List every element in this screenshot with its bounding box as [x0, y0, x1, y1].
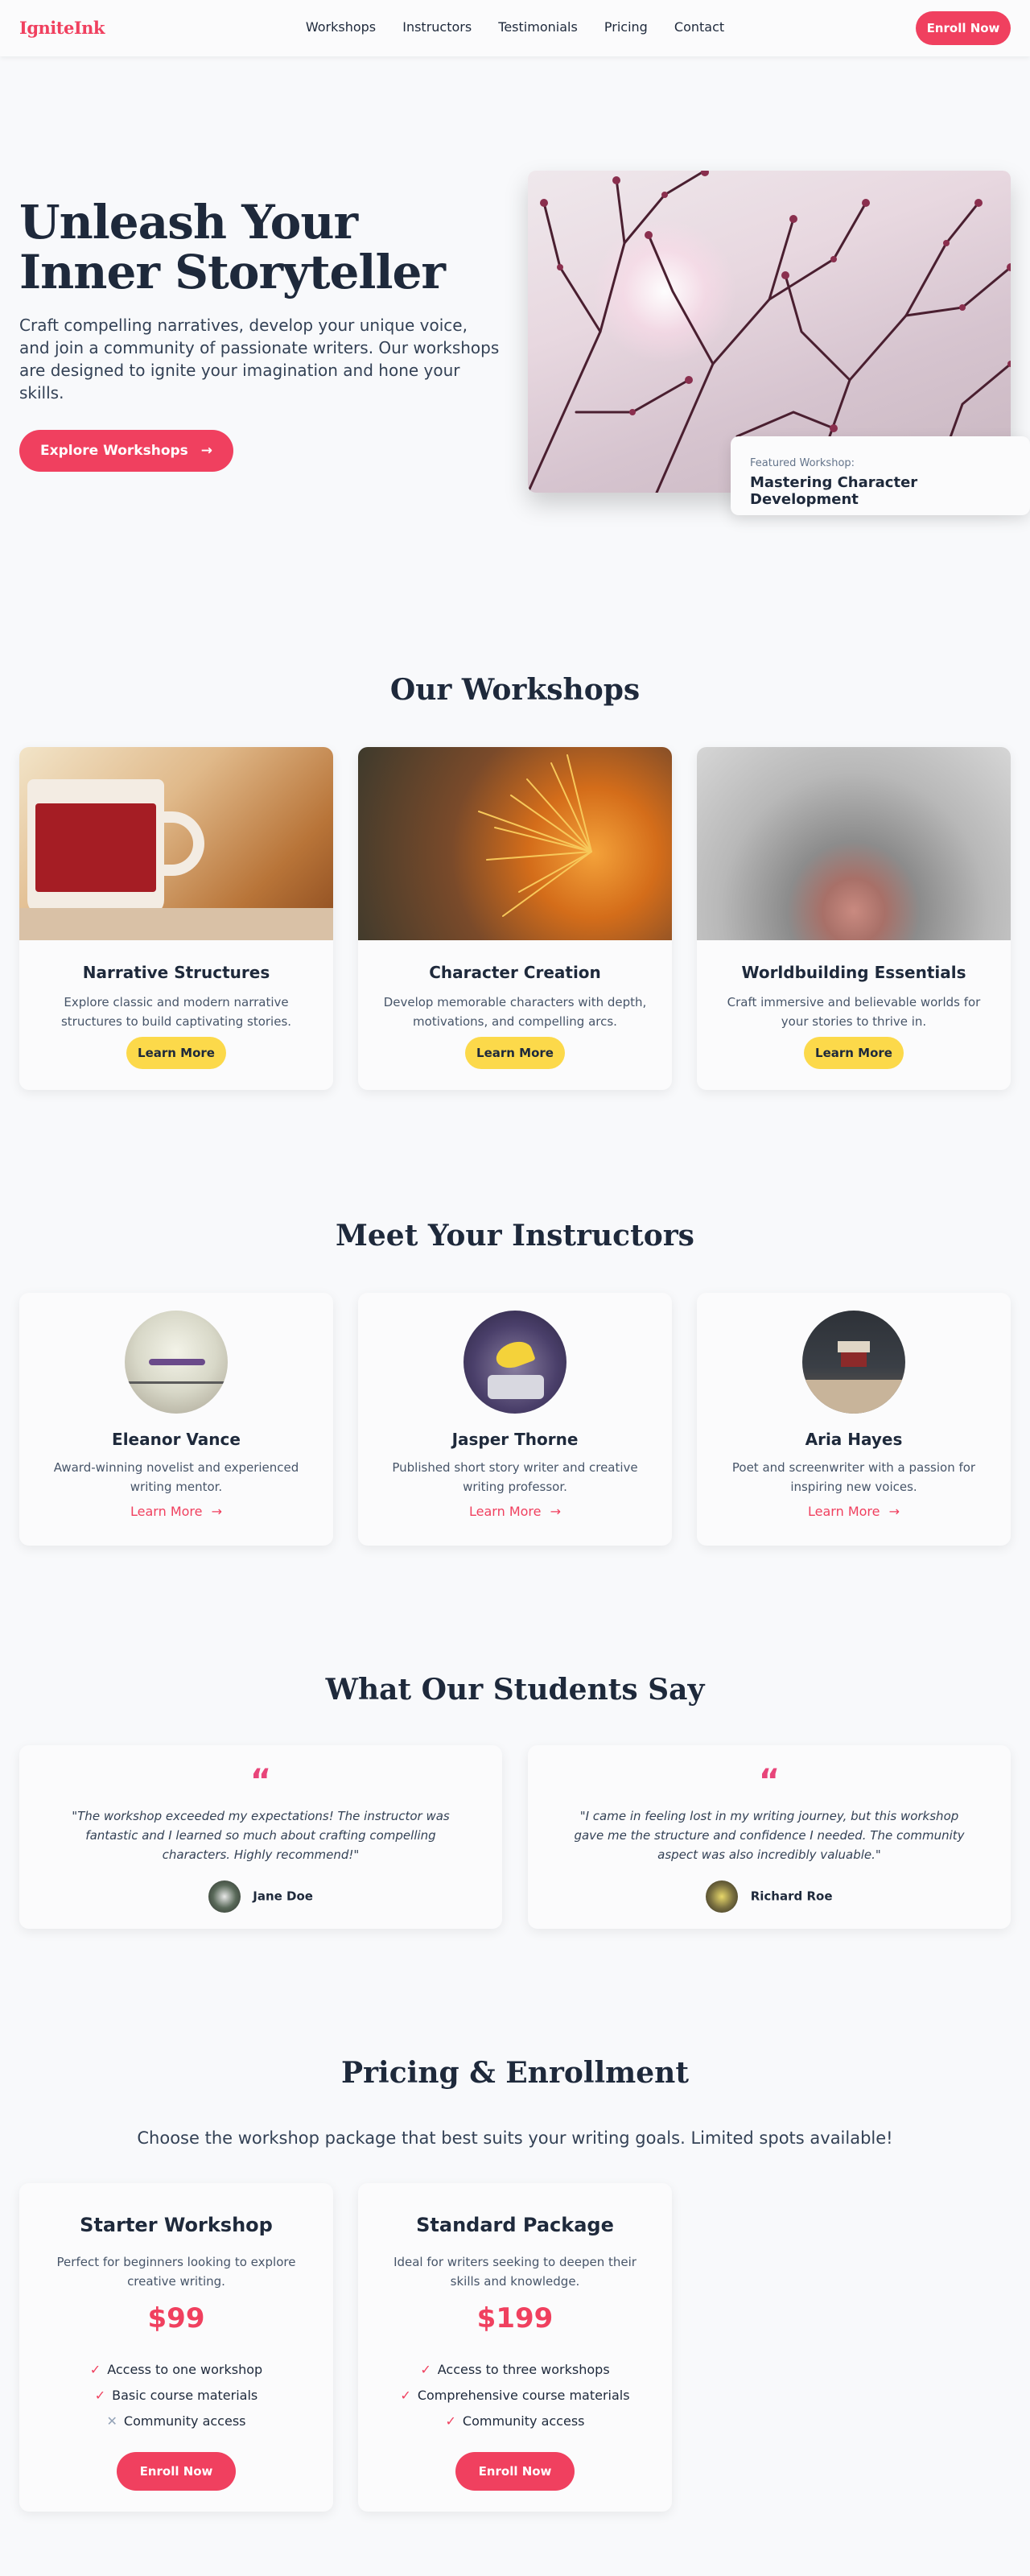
testimonial-card: “ "I came in feeling lost in my writing …: [528, 1745, 1011, 1929]
workshops-title: Our Workshops: [389, 673, 641, 707]
arrow-right-icon: →: [211, 1504, 222, 1519]
feature-text: Basic course materials: [112, 2388, 258, 2403]
featured-workshop-card[interactable]: Featured Workshop: Mastering Character D…: [731, 436, 1030, 515]
plan-features: ✓ Access to one workshop ✓ Basic course ma…: [19, 2357, 333, 2434]
testimonials-title: What Our Students Say: [325, 1673, 705, 1707]
cross-icon: ✕: [106, 2413, 117, 2429]
plan-features: ✓ Access to three workshops ✓ Comprehensiv…: [358, 2357, 672, 2434]
featured-label: Featured Workshop:: [750, 457, 855, 469]
learn-more-label: Learn More: [808, 1504, 880, 1519]
check-icon: ✓: [445, 2413, 456, 2429]
enroll-now-button[interactable]: Enroll Now: [916, 11, 1011, 45]
quote-icon: “: [758, 1763, 781, 1800]
nav-link-instructors[interactable]: Instructors: [402, 19, 472, 35]
instructor-card: Jasper Thorne Published short story writ…: [358, 1293, 672, 1546]
cactus-image: [358, 747, 672, 940]
nav-link-testimonials[interactable]: Testimonials: [498, 19, 578, 35]
workshop-card: Character Creation Develop memorable cha…: [358, 747, 672, 1090]
workshop-title: Worldbuilding Essentials: [741, 963, 966, 982]
learn-more-link[interactable]: Learn More →: [19, 1504, 333, 1519]
plan-price: $199: [476, 2302, 554, 2334]
instructor-name: Jasper Thorne: [451, 1430, 579, 1449]
feature-text: Comprehensive course materials: [417, 2388, 630, 2403]
instructor-card: Eleanor Vance Award-winning novelist and…: [19, 1293, 333, 1546]
featured-title: Mastering Character Development: [750, 474, 918, 508]
plan-description: Perfect for beginners looking to explore…: [56, 2255, 296, 2289]
workshop-description: Craft immersive and believable worlds fo…: [727, 995, 981, 1029]
nav-link-workshops[interactable]: Workshops: [306, 19, 376, 35]
hero-title: Unleash Your Inner Storyteller: [19, 195, 446, 299]
pricing-card: Starter Workshop Perfect for beginners l…: [19, 2183, 333, 2512]
avatar: [706, 1880, 739, 1913]
avatar: [208, 1880, 241, 1913]
learn-more-button[interactable]: Learn More: [804, 1037, 904, 1069]
workshop-description: Explore classic and modern narrative str…: [60, 995, 292, 1029]
avatar: [464, 1311, 566, 1414]
top-nav: IgniteInk Workshops Instructors Testimon…: [0, 0, 1030, 56]
feature-item: ✓ Community access: [358, 2409, 672, 2434]
instructor-bio: Award-winning novelist and experienced w…: [53, 1460, 299, 1494]
arrow-right-icon: →: [550, 1504, 561, 1519]
enroll-now-button[interactable]: Enroll Now: [455, 2452, 575, 2491]
arrow-right-icon: →: [888, 1504, 900, 1519]
instructor-name: Eleanor Vance: [112, 1430, 241, 1449]
learn-more-label: Learn More: [469, 1504, 542, 1519]
instructor-name: Aria Hayes: [805, 1430, 903, 1449]
author-name: Richard Roe: [750, 1889, 833, 1904]
check-icon: ✓: [94, 2388, 106, 2403]
enroll-now-button[interactable]: Enroll Now: [117, 2452, 236, 2491]
plan-name: Starter Workshop: [80, 2214, 273, 2236]
learn-more-link[interactable]: Learn More →: [358, 1504, 672, 1519]
instructor-card: Aria Hayes Poet and screenwriter with a …: [697, 1293, 1011, 1546]
plan-name: Standard Package: [416, 2214, 614, 2236]
quote-icon: “: [249, 1763, 272, 1800]
learn-more-button[interactable]: Learn More: [465, 1037, 565, 1069]
learn-more-link[interactable]: Learn More →: [697, 1504, 1011, 1519]
check-icon: ✓: [420, 2362, 431, 2377]
pricing-card: Standard Package Ideal for writers seeki…: [358, 2183, 672, 2512]
plan-description: Ideal for writers seeking to deepen thei…: [393, 2255, 637, 2289]
feature-text: Community access: [462, 2413, 585, 2429]
feature-item: ✓ Comprehensive course materials: [358, 2383, 672, 2409]
hero-subtitle: Craft compelling narratives, develop you…: [19, 316, 500, 402]
feature-text: Access to one workshop: [107, 2362, 263, 2377]
instructors-title: Meet Your Instructors: [336, 1219, 694, 1253]
check-icon: ✓: [89, 2362, 101, 2377]
mug-image: [19, 747, 333, 940]
nav-link-contact[interactable]: Contact: [674, 19, 724, 35]
avatar: [802, 1311, 905, 1414]
feature-text: Access to three workshops: [437, 2362, 610, 2377]
explore-workshops-button[interactable]: Explore Workshops →: [19, 430, 233, 472]
testimonial-card: “ "The workshop exceeded my expectations…: [19, 1745, 502, 1929]
nav-links: Workshops Instructors Testimonials Prici…: [0, 19, 1030, 35]
workshop-title: Narrative Structures: [82, 963, 270, 982]
author-name: Jane Doe: [253, 1889, 313, 1904]
testimonial-author: Jane Doe: [19, 1880, 502, 1913]
workshop-title: Character Creation: [429, 963, 601, 982]
learn-more-label: Learn More: [130, 1504, 203, 1519]
workshop-card: Worldbuilding Essentials Craft immersive…: [697, 747, 1011, 1090]
check-icon: ✓: [400, 2388, 411, 2403]
nav-link-pricing[interactable]: Pricing: [604, 19, 648, 35]
testimonial-quote: "I came in feeling lost in my writing jo…: [574, 1809, 965, 1862]
learn-more-button[interactable]: Learn More: [126, 1037, 226, 1069]
feature-item: ✓ Access to three workshops: [358, 2357, 672, 2383]
feature-item: ✓ Basic course materials: [19, 2383, 333, 2409]
explore-workshops-label: Explore Workshops: [40, 443, 188, 459]
avatar: [125, 1311, 228, 1414]
feature-text: Community access: [123, 2413, 246, 2429]
instructor-bio: Published short story writer and creativ…: [392, 1460, 638, 1494]
workshop-card: Narrative Structures Explore classic and…: [19, 747, 333, 1090]
feature-item: ✕ Community access: [19, 2409, 333, 2434]
feature-item: ✓ Access to one workshop: [19, 2357, 333, 2383]
pricing-title: Pricing & Enrollment: [341, 2056, 689, 2090]
instructor-bio: Poet and screenwriter with a passion for…: [731, 1460, 976, 1494]
pricing-intro: Choose the workshop package that best su…: [137, 2128, 893, 2148]
testimonial-quote: "The workshop exceeded my expectations! …: [72, 1809, 450, 1862]
cat-nose-image: [697, 747, 1011, 940]
plan-price: $99: [147, 2302, 205, 2334]
workshop-description: Develop memorable characters with depth,…: [383, 995, 647, 1029]
testimonial-author: Richard Roe: [528, 1880, 1011, 1913]
arrow-right-icon: →: [200, 443, 212, 459]
